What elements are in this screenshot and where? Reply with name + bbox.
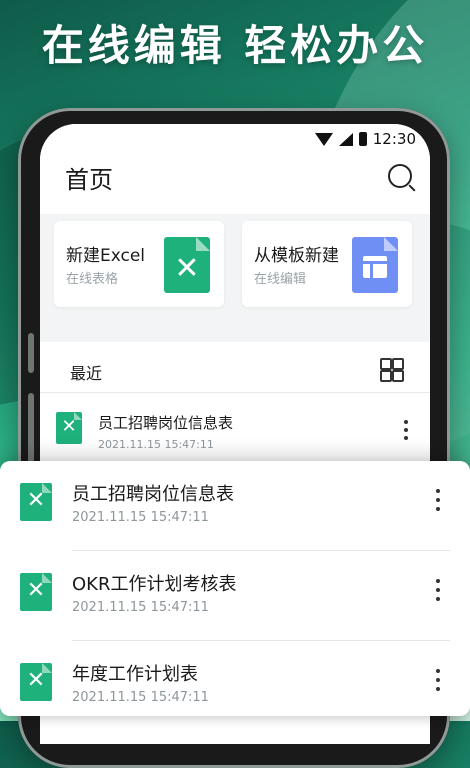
file-list-popup: ✕ 员工招聘岗位信息表 2021.11.15 15:47:11 ✕ OKR工作计… <box>0 461 470 716</box>
status-bar: 12:30 <box>314 130 416 148</box>
wifi-icon <box>314 132 333 146</box>
phone-side-button <box>28 393 34 463</box>
list-item[interactable]: ✕ 年度工作计划表 2021.11.15 15:47:11 <box>0 641 470 716</box>
search-icon[interactable] <box>388 164 412 188</box>
excel-file-icon: ✕ <box>20 483 52 521</box>
x-glyph: ✕ <box>26 578 46 603</box>
battery-icon <box>358 132 367 146</box>
list-item[interactable]: ✕ OKR工作计划考核表 2021.11.15 15:47:11 <box>0 551 470 641</box>
card-title: 从模板新建 <box>254 246 339 266</box>
table-glyph <box>363 256 387 278</box>
status-time: 12:30 <box>372 130 416 148</box>
more-icon[interactable] <box>436 489 440 511</box>
x-glyph: ✕ <box>174 251 200 286</box>
card-title: 新建Excel <box>66 246 146 266</box>
list-item[interactable]: ✕ 员工招聘岗位信息表 2021.11.15 15:47:11 <box>40 402 430 462</box>
promo-headline: 在线编辑 轻松办公 <box>41 21 429 70</box>
file-time: 2021.11.15 15:47:11 <box>72 510 209 525</box>
file-name: 员工招聘岗位信息表 <box>72 484 234 505</box>
file-name: OKR工作计划考核表 <box>72 574 237 595</box>
more-icon[interactable] <box>436 669 440 691</box>
x-glyph: ✕ <box>61 416 77 437</box>
new-excel-card[interactable]: 新建Excel 在线表格 ✕ <box>54 221 224 307</box>
file-name: 年度工作计划表 <box>72 664 198 685</box>
template-file-icon <box>352 237 398 293</box>
new-from-template-card[interactable]: 从模板新建 在线编辑 <box>242 221 412 307</box>
card-subtitle: 在线编辑 <box>254 272 307 287</box>
x-glyph: ✕ <box>26 488 46 513</box>
file-time: 2021.11.15 15:47:11 <box>98 438 214 451</box>
file-time: 2021.11.15 15:47:11 <box>72 600 209 615</box>
excel-file-icon: ✕ <box>164 237 210 293</box>
file-name: 员工招聘岗位信息表 <box>98 414 234 432</box>
recent-label: 最近 <box>70 364 103 383</box>
page-title: 首页 <box>65 166 113 194</box>
signal-icon <box>338 132 353 146</box>
divider <box>40 392 430 393</box>
excel-file-icon: ✕ <box>56 412 82 444</box>
app-header: 12:30 首页 <box>40 124 430 214</box>
excel-file-icon: ✕ <box>20 663 52 701</box>
grid-view-icon[interactable] <box>380 358 404 382</box>
more-icon[interactable] <box>436 579 440 601</box>
excel-file-icon: ✕ <box>20 573 52 611</box>
list-item[interactable]: ✕ 员工招聘岗位信息表 2021.11.15 15:47:11 <box>0 461 470 551</box>
card-subtitle: 在线表格 <box>66 272 119 287</box>
x-glyph: ✕ <box>26 668 46 693</box>
phone-side-button <box>28 333 34 373</box>
more-icon[interactable] <box>404 420 408 440</box>
file-time: 2021.11.15 15:47:11 <box>72 690 209 705</box>
